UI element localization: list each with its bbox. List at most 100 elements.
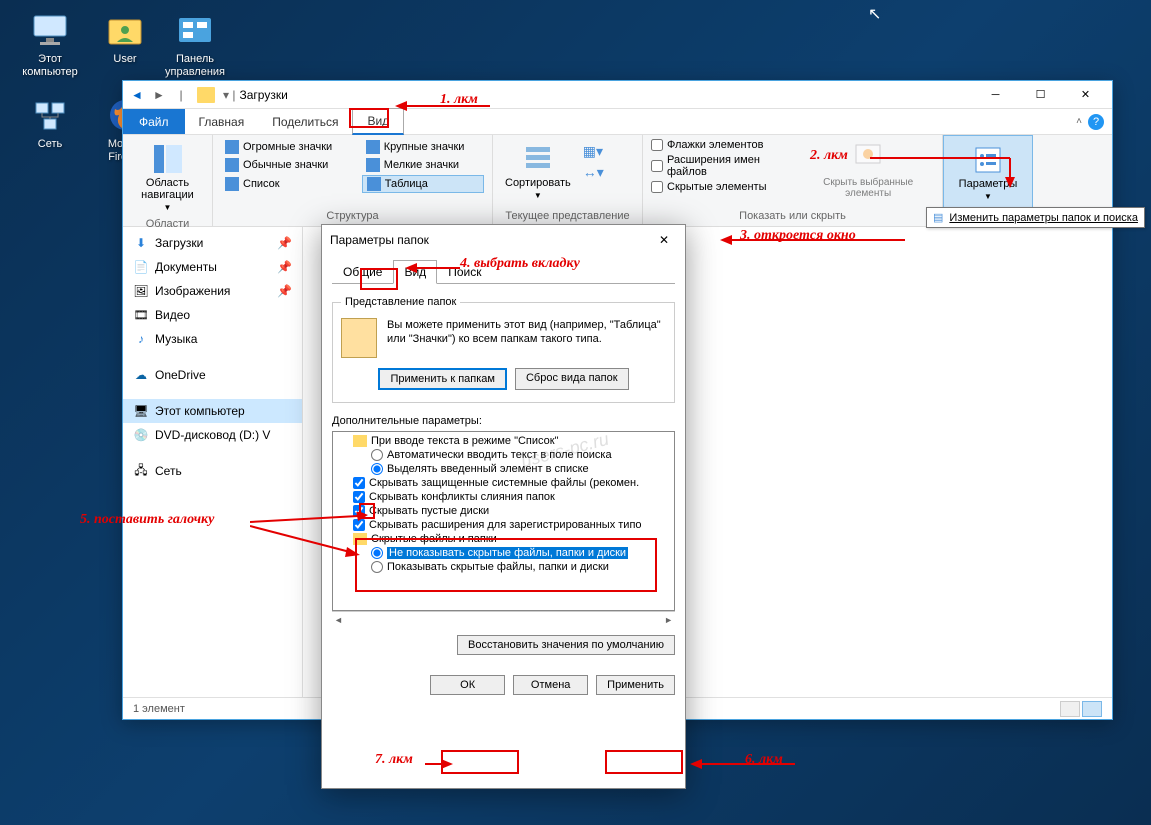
- tree-check[interactable]: Скрывать расширения для зарегистрированн…: [335, 518, 672, 532]
- nav-onedrive[interactable]: ☁OneDrive: [123, 363, 302, 387]
- folder-icon: [353, 533, 367, 545]
- tab-general[interactable]: Общие: [332, 260, 393, 284]
- desktop-icon-network[interactable]: Сеть: [15, 95, 85, 151]
- apply-button[interactable]: Применить: [596, 675, 675, 695]
- layout-large[interactable]: Крупные значки: [362, 139, 484, 155]
- help-icon[interactable]: ?: [1088, 114, 1104, 130]
- nav-dvd[interactable]: 💿DVD-дисковод (D:) V: [123, 423, 302, 447]
- menubar: Файл Главная Поделиться Вид ˄ ?: [123, 109, 1112, 135]
- tree-check[interactable]: Скрывать конфликты слияния папок: [335, 490, 672, 504]
- layout-list[interactable]: Список: [221, 175, 352, 193]
- back-button[interactable]: ◄: [127, 85, 147, 105]
- nav-arrows: ◄ ► |: [127, 85, 191, 105]
- nav-pictures[interactable]: 🖼Изображения📌: [123, 279, 302, 303]
- advanced-label: Дополнительные параметры:: [332, 415, 675, 427]
- tab-share[interactable]: Поделиться: [258, 110, 352, 134]
- minimize-button[interactable]: ─: [973, 81, 1018, 109]
- tree-check-hide-sys[interactable]: Скрывать защищенные системные файлы (рек…: [335, 476, 672, 490]
- nav-music[interactable]: ♪Музыка: [123, 327, 302, 351]
- chk-extensions[interactable]: Расширения имен файлов: [651, 154, 786, 178]
- status-text: 1 элемент: [133, 703, 185, 715]
- tab-search[interactable]: Поиск: [437, 260, 492, 284]
- sort-icon: [522, 143, 554, 175]
- view-grid-icon[interactable]: [1060, 701, 1080, 717]
- fieldset-legend: Представление папок: [341, 296, 460, 308]
- columns-icon[interactable]: ▦▾: [583, 143, 604, 160]
- downloads-icon: ⬇: [133, 235, 149, 251]
- apply-to-folders-button[interactable]: Применить к папкам: [378, 368, 507, 390]
- network-icon: [30, 95, 70, 135]
- layout-huge[interactable]: Огромные значки: [221, 139, 352, 155]
- chk-hidden[interactable]: Скрытые элементы: [651, 181, 786, 193]
- user-folder-icon: [105, 10, 145, 50]
- layout-icon: [225, 177, 239, 191]
- nav-this-pc[interactable]: 🖥Этот компьютер: [123, 399, 302, 423]
- layout-table[interactable]: Таблица: [362, 175, 484, 193]
- restore-defaults-button[interactable]: Восстановить значения по умолчанию: [457, 635, 675, 655]
- fieldset-text: Вы можете применить этот вид (например, …: [387, 318, 666, 347]
- layout-icon: [225, 140, 239, 154]
- mouse-cursor: ↖: [868, 4, 881, 24]
- tab-view[interactable]: Вид: [352, 108, 404, 135]
- control-panel-icon: [175, 10, 215, 50]
- reset-folders-button[interactable]: Сброс вида папок: [515, 368, 629, 390]
- nav-documents[interactable]: 📄Документы📌: [123, 255, 302, 279]
- view-details-icon[interactable]: [1082, 701, 1102, 717]
- cancel-button[interactable]: Отмена: [513, 675, 588, 695]
- tab-home[interactable]: Главная: [185, 110, 259, 134]
- arrow-6: [690, 758, 800, 779]
- close-button[interactable]: ✕: [1063, 81, 1108, 109]
- pictures-icon: 🖼: [133, 283, 149, 299]
- chk-flags[interactable]: Флажки элементов: [651, 139, 786, 151]
- folder-options-dialog: Параметры папок ✕ Общие Вид Поиск Предст…: [321, 224, 686, 789]
- network-icon: 🖧: [133, 463, 149, 479]
- dialog-title: Параметры папок: [330, 233, 429, 247]
- nav-downloads[interactable]: ⬇Загрузки📌: [123, 231, 302, 255]
- tab-view[interactable]: Вид: [393, 260, 437, 284]
- annotation-6: 6. лкм: [745, 752, 783, 768]
- nav-videos[interactable]: 🎞Видео: [123, 303, 302, 327]
- group-label: Структура: [221, 208, 484, 222]
- dvd-icon: 💿: [133, 427, 149, 443]
- tree-check[interactable]: Скрывать пустые диски: [335, 504, 672, 518]
- ribbon-toggle-icon[interactable]: ˄: [1076, 116, 1082, 127]
- hide-selected-button[interactable]: Скрыть выбранные элементы: [802, 139, 934, 203]
- desktop-label: Сеть: [15, 138, 85, 151]
- tree-radio[interactable]: Автоматически вводить текст в поле поиск…: [335, 448, 672, 462]
- pc-icon: 🖥: [133, 403, 149, 419]
- desktop-icon-this-pc[interactable]: Этот компьютер: [15, 10, 85, 79]
- pc-icon: [30, 10, 70, 50]
- file-menu[interactable]: Файл: [123, 109, 185, 134]
- ok-button[interactable]: ОК: [430, 675, 505, 695]
- desktop-icon-control-panel[interactable]: Панель управления: [160, 10, 230, 79]
- pin-icon: 📌: [277, 284, 292, 298]
- window-title: Загрузки: [239, 88, 973, 102]
- nav-pane-icon: [152, 143, 184, 175]
- tree-scrollbar[interactable]: ◄►: [332, 611, 675, 627]
- tree-folder: Скрытые файлы и папки: [335, 532, 672, 546]
- documents-icon: 📄: [133, 259, 149, 275]
- tree-radio-show-hidden[interactable]: Показывать скрытые файлы, папки и диски: [335, 560, 672, 574]
- desktop-icon-user[interactable]: User: [90, 10, 160, 66]
- tree-radio-dont-show-hidden[interactable]: Не показывать скрытые файлы, папки и дис…: [335, 546, 672, 560]
- layout-small[interactable]: Мелкие значки: [362, 157, 484, 173]
- options-icon: ▤: [933, 211, 943, 224]
- maximize-button[interactable]: ☐: [1018, 81, 1063, 109]
- tree-radio[interactable]: Выделять введенный элемент в списке: [335, 462, 672, 476]
- chevron-down-icon: ▼: [984, 192, 992, 201]
- separator: |: [171, 85, 191, 105]
- nav-network[interactable]: 🖧Сеть: [123, 459, 302, 483]
- folder-icon: [353, 435, 367, 447]
- dialog-close-button[interactable]: ✕: [651, 227, 677, 253]
- advanced-tree[interactable]: При вводе текста в режиме "Список" Автом…: [332, 431, 675, 611]
- nav-pane: ⬇Загрузки📌 📄Документы📌 🖼Изображения📌 🎞Ви…: [123, 227, 303, 697]
- forward-button[interactable]: ►: [149, 85, 169, 105]
- size-icon[interactable]: ↔▾: [583, 164, 604, 181]
- layout-normal[interactable]: Обычные значки: [221, 157, 352, 173]
- sort-button[interactable]: Сортировать ▼: [501, 139, 575, 204]
- folder-icon: [197, 87, 215, 103]
- nav-pane-button[interactable]: Область навигации ▼: [131, 139, 204, 216]
- layout-icon: [366, 140, 380, 154]
- options-button[interactable]: Параметры ▼: [952, 140, 1024, 205]
- chevron-down-icon: ▼: [164, 203, 172, 212]
